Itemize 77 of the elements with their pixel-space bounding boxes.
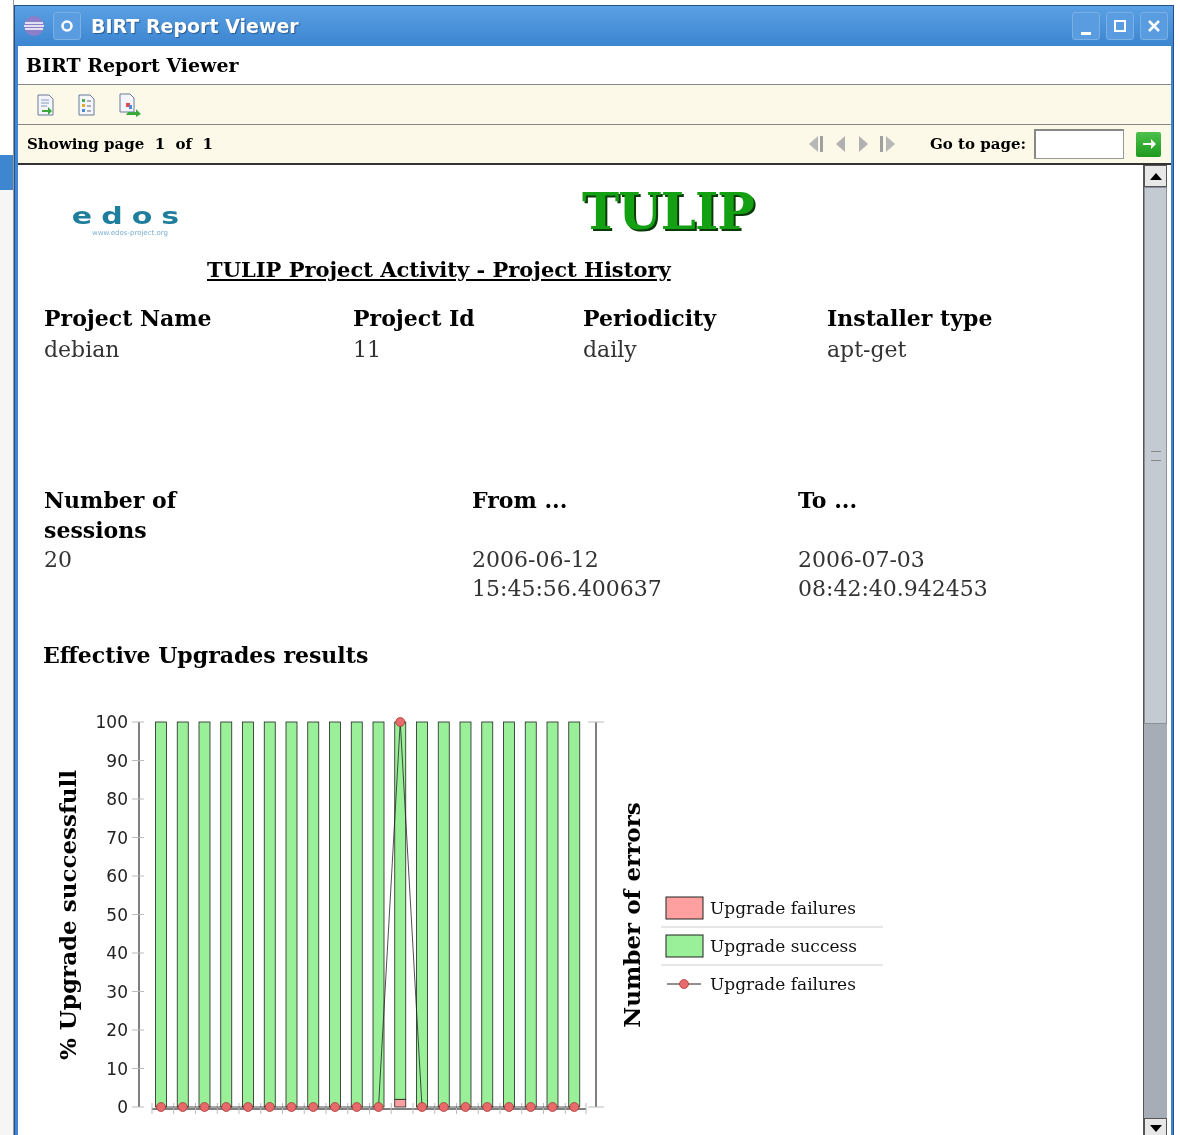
legend-label: Upgrade failures <box>710 974 856 994</box>
tick-label: 100 <box>95 712 128 732</box>
data-point <box>243 1102 253 1112</box>
field-value: daily <box>583 336 638 364</box>
data-point <box>460 1102 471 1112</box>
tick-label: 80 <box>106 789 128 809</box>
data-point <box>373 1102 384 1112</box>
data-point <box>221 1102 232 1112</box>
report-title: TULIP Project Activity - Project History <box>207 257 673 283</box>
go-button[interactable] <box>1136 131 1161 157</box>
data-point <box>504 1102 514 1112</box>
data-point <box>177 1102 188 1112</box>
report-export-icon[interactable] <box>118 92 142 117</box>
close-button[interactable] <box>1140 12 1168 40</box>
data-point <box>308 1102 319 1112</box>
field-value: 20 <box>44 546 73 574</box>
data-point <box>569 1102 580 1112</box>
brand-logo: TULIP <box>582 185 754 239</box>
data-point <box>330 1102 340 1112</box>
data-point <box>264 1102 275 1112</box>
data-point <box>199 1102 210 1112</box>
data-point <box>286 1102 297 1112</box>
go-to-page-label: Go to page: <box>930 135 1026 153</box>
tick-label: 0 <box>117 1097 128 1117</box>
tick-label: 20 <box>106 1020 128 1040</box>
document-export-icon[interactable] <box>36 93 56 116</box>
table-of-contents-icon[interactable] <box>77 93 97 116</box>
data-point <box>525 1102 536 1112</box>
data-point <box>417 1102 427 1112</box>
window-title: BIRT Report Viewer <box>91 15 299 37</box>
close-icon <box>1147 19 1161 33</box>
legend-label: Upgrade failures <box>710 898 856 918</box>
field-value: apt-get <box>827 336 908 364</box>
field-label: Number of sessions <box>44 487 177 543</box>
tick-label: 40 <box>106 943 128 963</box>
section-title: Effective Upgrades results <box>43 641 370 670</box>
page-status: Showing page 1 of 1 <box>27 135 213 153</box>
tick-label: 90 <box>106 750 128 771</box>
data-point <box>547 1102 558 1112</box>
field-label: Project Id <box>353 304 476 333</box>
maximize-button[interactable] <box>1106 12 1134 40</box>
data-point <box>395 717 406 727</box>
globe-icon <box>23 15 45 37</box>
tick-label: 60 <box>106 866 128 886</box>
data-point <box>438 1102 449 1112</box>
tick-label: 30 <box>106 981 128 1002</box>
viewer-title: BIRT Report Viewer <box>26 54 239 76</box>
scrollbar[interactable] <box>1143 165 1167 1135</box>
field-label: Project Name <box>44 304 213 333</box>
data-point <box>156 1102 166 1112</box>
tick-label: 10 <box>106 1058 128 1079</box>
scroll-up-icon[interactable] <box>1148 171 1163 181</box>
next-page-icon[interactable] <box>856 134 870 154</box>
field-label: Installer type <box>827 304 994 333</box>
field-label: From ... <box>472 487 568 513</box>
page-number-field[interactable] <box>1034 129 1124 159</box>
field-label: To ... <box>798 487 858 513</box>
legend-label: Upgrade success <box>710 936 857 956</box>
maximize-icon <box>1113 19 1127 33</box>
field-value: debian <box>44 336 121 364</box>
axis-title: Number of errors <box>618 802 645 1028</box>
field-value: 2006-07-03 08:42:40.942453 <box>798 546 989 603</box>
axis-title: % Upgrade successfull <box>54 769 81 1061</box>
data-point <box>482 1102 493 1112</box>
circle-icon <box>60 19 74 33</box>
tick-label: 50 <box>106 904 128 925</box>
field-value: 2006-06-12 15:45:56.400637 <box>472 546 663 603</box>
tick-label: 70 <box>106 827 128 848</box>
previous-page-icon[interactable] <box>834 134 848 154</box>
data-point <box>351 1102 362 1112</box>
minimize-icon <box>1081 31 1091 35</box>
minimize-button[interactable] <box>1072 12 1100 40</box>
field-label: Periodicity <box>583 304 718 333</box>
arrow-right-icon <box>1140 136 1157 152</box>
scroll-down-icon[interactable] <box>1148 1124 1163 1134</box>
field-value: 11 <box>353 336 382 364</box>
window-menu-button[interactable] <box>53 12 81 40</box>
